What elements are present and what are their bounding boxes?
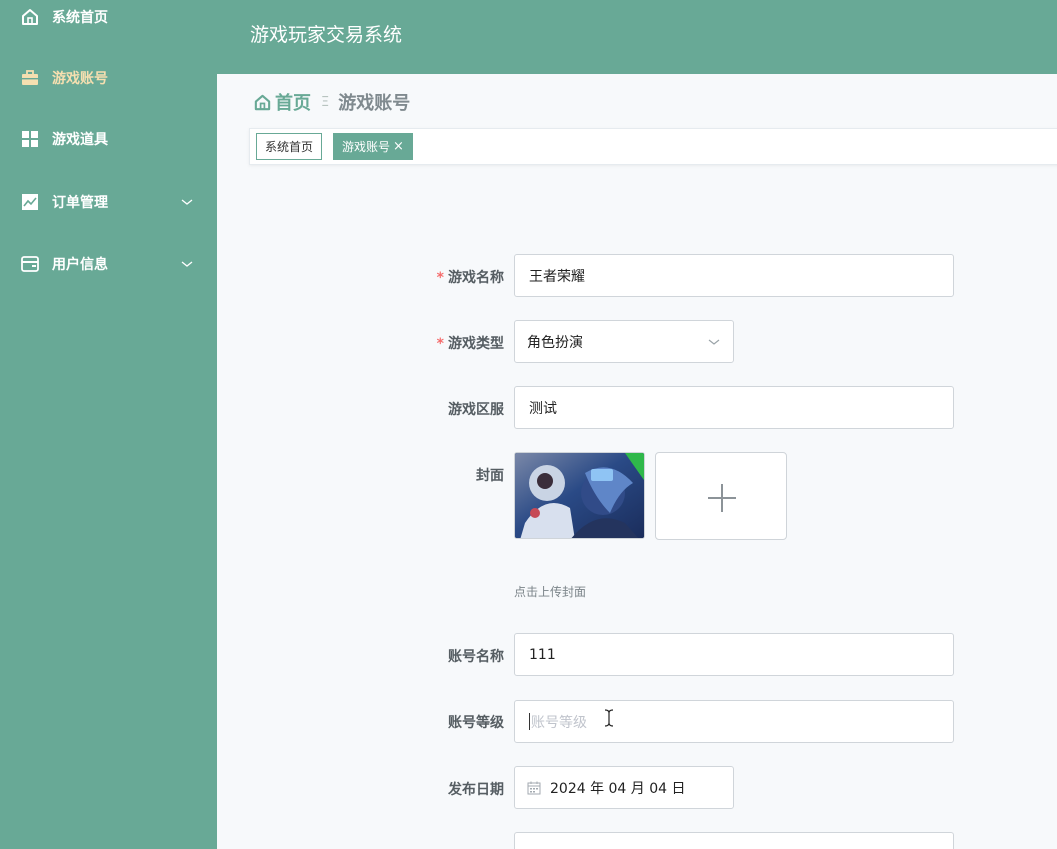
text-cursor	[529, 713, 530, 730]
sidebar-item-orders[interactable]: 订单管理	[0, 182, 217, 222]
sidebar-item-game-items[interactable]: 游戏道具	[0, 119, 217, 159]
breadcrumb-home-label: 首页	[275, 93, 311, 114]
cover-label: 封面	[476, 468, 504, 484]
required-marker: *	[436, 270, 444, 286]
input-placeholder: 账号等级	[531, 714, 587, 731]
breadcrumb-current: 游戏账号	[338, 93, 411, 114]
game-name-label: * 游戏名称	[436, 270, 504, 286]
tag-label: 游戏账号	[342, 140, 391, 154]
top-header: 游戏玩家交易系统	[217, 0, 1057, 74]
cover-image[interactable]	[514, 452, 645, 539]
close-icon[interactable]: ×	[393, 139, 404, 154]
game-type-select[interactable]: 角色扮演	[514, 320, 734, 363]
game-name-input[interactable]: 王者荣耀	[514, 254, 954, 297]
upload-cover-button[interactable]	[655, 452, 787, 540]
game-server-label: 游戏区服	[448, 402, 504, 418]
breadcrumb-separator: Ξ	[321, 94, 330, 110]
chevron-down-icon	[179, 256, 195, 272]
input-value: 111	[529, 646, 556, 663]
account-level-label: 账号等级	[448, 715, 504, 731]
sidebar-item-label: 游戏道具	[52, 132, 108, 148]
sidebar-item-label: 订单管理	[52, 195, 108, 211]
wallet-icon	[20, 254, 40, 274]
tag-home[interactable]: 系统首页	[256, 133, 323, 160]
grid-icon	[20, 129, 40, 149]
required-marker: *	[436, 336, 444, 352]
account-name-input[interactable]: 111	[514, 633, 954, 676]
account-level-input[interactable]: 账号等级	[514, 700, 954, 743]
sidebar-item-game-account[interactable]: 游戏账号	[0, 58, 217, 98]
chevron-down-icon	[179, 194, 195, 210]
breadcrumb-home[interactable]: 首页	[253, 89, 311, 115]
home-icon	[20, 7, 40, 27]
sidebar-item-home[interactable]: 系统首页	[0, 0, 217, 37]
tags-bar: 系统首页 游戏账号 ×	[249, 128, 1057, 165]
sidebar-item-label: 系统首页	[52, 10, 108, 26]
publish-date-label: 发布日期	[448, 782, 504, 798]
calendar-icon	[527, 781, 541, 795]
briefcase-icon	[20, 68, 40, 88]
breadcrumb: 首页 Ξ 游戏账号	[253, 89, 410, 115]
sidebar-item-label: 游戏账号	[52, 71, 108, 87]
upload-hint: 点击上传封面	[514, 585, 587, 599]
chevron-down-icon	[707, 335, 721, 353]
sidebar: 系统首页 游戏账号 游戏道具 订单管理 用户信息	[0, 0, 217, 849]
account-name-label: 账号名称	[448, 649, 504, 665]
home-icon	[254, 94, 271, 110]
game-type-label: * 游戏类型	[436, 336, 504, 352]
publish-date-picker[interactable]: 2024 年 04 月 04 日	[514, 766, 734, 809]
plus-icon	[708, 484, 736, 512]
chart-icon	[20, 192, 40, 212]
select-value: 角色扮演	[527, 334, 583, 351]
input-value: 王者荣耀	[529, 268, 585, 285]
sidebar-item-user-info[interactable]: 用户信息	[0, 244, 217, 284]
date-value: 2024 年 04 月 04 日	[550, 780, 686, 797]
ibeam-cursor-icon	[603, 709, 615, 731]
sidebar-item-label: 用户信息	[52, 257, 108, 273]
tag-game-account[interactable]: 游戏账号 ×	[333, 133, 413, 160]
next-field-input[interactable]	[514, 832, 954, 849]
game-server-input[interactable]: 测试	[514, 386, 954, 429]
input-value: 测试	[529, 400, 557, 417]
app-title: 游戏玩家交易系统	[250, 24, 403, 46]
tag-label: 系统首页	[265, 140, 314, 154]
